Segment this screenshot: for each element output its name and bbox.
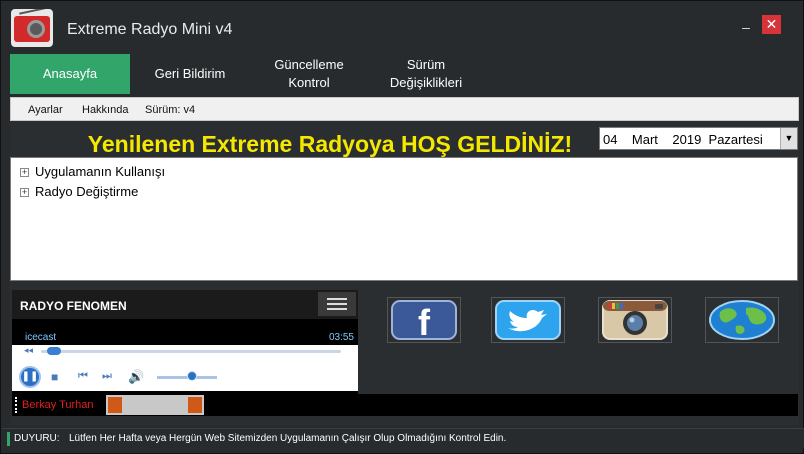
menu-item-ayarlar[interactable]: Ayarlar xyxy=(28,104,63,116)
twitter-icon xyxy=(495,300,561,340)
volume-thumb[interactable] xyxy=(187,371,197,381)
stop-icon[interactable]: ■ xyxy=(51,370,58,384)
expand-icon[interactable]: + xyxy=(20,188,29,197)
seek-thumb[interactable] xyxy=(46,347,61,355)
announcement-text: Lütfen Her Hafta veya Hergün Web Sitemiz… xyxy=(69,433,507,444)
ticker-marker-right xyxy=(188,397,202,413)
hamburger-menu-icon[interactable] xyxy=(318,292,356,316)
menu-item-hakkinda[interactable]: Hakkında xyxy=(82,104,128,116)
now-playing-ticker: Berkay Turhan xyxy=(12,394,798,416)
tab-anasayfa[interactable]: Anasayfa xyxy=(10,54,130,94)
globe-icon xyxy=(709,300,775,340)
tab-guncelleme-kontrol[interactable]: Güncelleme Kontrol xyxy=(264,54,354,94)
status-bar: DUYURU: Lütfen Her Hafta veya Hergün Web… xyxy=(2,428,804,448)
media-player: icecast 03:55 ◂◂ ❚❚ ■ ⏮ ⏭ 🔊 xyxy=(12,322,358,391)
instagram-button[interactable] xyxy=(598,297,672,343)
window-title: Extreme Radyo Mini v4 xyxy=(67,21,233,38)
next-icon[interactable]: ⏭ xyxy=(102,370,112,383)
expand-icon[interactable]: + xyxy=(20,168,29,177)
radio-player: RADYO FENOMEN icecast 03:55 ◂◂ ❚❚ ■ ⏮ ⏭ … xyxy=(12,290,358,394)
player-header: RADYO FENOMEN xyxy=(12,290,358,319)
welcome-heading: Yenilenen Extreme Radyoya HOŞ GELDİNİZ! xyxy=(87,131,573,157)
stream-source: icecast xyxy=(25,332,57,343)
tab-geri-bildirim[interactable]: Geri Bildirim xyxy=(140,54,240,94)
menu-bar: Ayarlar Hakkında Sürüm: v4 xyxy=(10,97,799,121)
minimize-button[interactable]: – xyxy=(739,19,753,35)
pause-icon[interactable]: ❚❚ xyxy=(19,366,41,388)
facebook-icon: f xyxy=(391,300,457,343)
date-text: 04 Mart 2019 Pazartesi xyxy=(603,132,763,147)
facebook-button[interactable]: f xyxy=(387,297,461,343)
instagram-icon xyxy=(602,300,668,340)
station-title: RADYO FENOMEN xyxy=(20,299,127,313)
elapsed-time: 03:55 xyxy=(328,332,354,343)
date-dropdown-button[interactable]: ▼ xyxy=(780,128,797,149)
twitter-button[interactable] xyxy=(491,297,565,343)
svg-text:f: f xyxy=(418,302,431,342)
status-accent xyxy=(7,432,10,446)
date-picker[interactable]: 04 Mart 2019 Pazartesi ▼ xyxy=(599,127,798,150)
app-window: Extreme Radyo Mini v4 – ✕ Anasayfa Geri … xyxy=(0,0,804,454)
grip-icon xyxy=(15,397,17,413)
help-tree: + Uygulamanın Kullanışı + Radyo Değiştirme xyxy=(10,157,798,281)
media-info-bar: icecast 03:55 xyxy=(12,322,358,345)
ticker-marker-left xyxy=(108,397,122,413)
menu-item-version[interactable]: Sürüm: v4 xyxy=(145,104,195,116)
title-bar[interactable]: Extreme Radyo Mini v4 – ✕ xyxy=(1,1,803,53)
seek-back-icon[interactable]: ◂◂ xyxy=(24,345,33,356)
radio-app-icon xyxy=(11,9,53,47)
announcement-label: DUYURU: xyxy=(14,433,60,444)
close-button[interactable]: ✕ xyxy=(762,15,781,34)
tree-node-usage[interactable]: + Uygulamanın Kullanışı xyxy=(20,164,165,179)
previous-icon[interactable]: ⏮ xyxy=(78,370,88,383)
tab-surum-degisiklikleri[interactable]: Sürüm Değişiklikleri xyxy=(376,54,476,94)
dj-name: Berkay Turhan xyxy=(22,399,94,411)
seek-bar[interactable] xyxy=(41,350,341,353)
volume-icon[interactable]: 🔊 xyxy=(128,369,144,385)
website-button[interactable] xyxy=(705,297,779,343)
tree-node-radio-change[interactable]: + Radyo Değiştirme xyxy=(20,184,138,199)
main-tabs: Anasayfa Geri Bildirim Güncelleme Kontro… xyxy=(10,54,800,94)
